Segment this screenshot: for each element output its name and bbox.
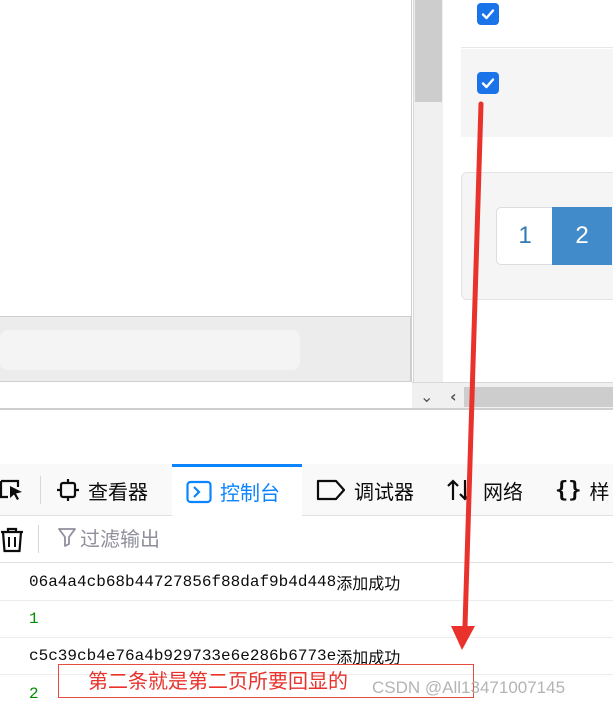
chevron-left-icon[interactable]: ‹ <box>450 387 457 406</box>
page-button-2-active[interactable]: 2 <box>552 207 612 265</box>
console-message: 1 <box>0 601 613 638</box>
page-content-left <box>0 0 412 382</box>
page-button-1[interactable]: 1 <box>496 207 554 265</box>
tab-label: 样 <box>589 481 610 504</box>
log-id: 06a4a4cb68b44727856f88daf9b4d448 <box>29 573 337 591</box>
filter-box <box>58 525 280 555</box>
table-row <box>461 49 613 137</box>
log-id: c5c39cb4e76a4b929733e6e286b6773e <box>29 647 337 665</box>
devtools-tabbar: 查看器 控制台 调试器 网络 {} 样 <box>0 464 613 516</box>
tab-debugger[interactable]: 调试器 <box>316 464 414 516</box>
pick-element-icon <box>0 478 26 502</box>
horizontal-scrollbar[interactable]: ⌄ ‹ <box>412 382 613 410</box>
chevron-down-icon[interactable]: ⌄ <box>420 387 433 406</box>
row-checkbox[interactable] <box>477 3 499 25</box>
network-icon <box>445 478 475 502</box>
vertical-scrollbar[interactable] <box>413 0 443 382</box>
console-icon <box>186 480 212 504</box>
tab-inspector[interactable]: 查看器 <box>56 464 148 516</box>
pagination-panel: 1 2 <box>461 172 613 300</box>
toolbar-separator <box>38 525 39 553</box>
blurred-overlay <box>0 330 300 370</box>
check-icon <box>481 9 495 20</box>
annotation-text: 第二条就是第二页所要回显的 <box>88 669 348 693</box>
row-checkbox[interactable] <box>477 72 499 94</box>
log-number: 1 <box>29 610 39 628</box>
inspector-icon <box>56 478 80 502</box>
scrollbar-thumb[interactable] <box>464 387 613 407</box>
console-toolbar <box>0 517 613 563</box>
debugger-icon <box>316 479 346 501</box>
console-message: 06a4a4cb68b44727856f88daf9b4d448 添加成功 <box>0 564 613 601</box>
filter-icon <box>58 527 76 553</box>
table-row <box>461 0 613 48</box>
filter-output-input[interactable] <box>80 528 280 552</box>
tab-style-editor[interactable]: {} 样 <box>555 464 610 516</box>
tab-label: 控制台 <box>220 483 280 505</box>
tab-console[interactable]: 控制台 <box>172 464 302 516</box>
watermark: CSDN @All13471007145 <box>372 678 566 697</box>
page-content-right: 1 2 <box>443 0 613 382</box>
devtools-spacer <box>0 410 613 464</box>
scrollbar-thumb[interactable] <box>415 0 442 102</box>
tab-separator <box>40 476 41 504</box>
tab-label: 网络 <box>483 481 523 504</box>
log-number: 2 <box>29 684 39 703</box>
log-text: 添加成功 <box>336 574 401 593</box>
tab-label: 查看器 <box>88 481 148 504</box>
braces-icon: {} <box>555 477 582 503</box>
trash-icon[interactable] <box>0 527 24 558</box>
element-picker-button[interactable] <box>0 464 34 516</box>
tab-label: 调试器 <box>354 481 414 504</box>
tab-network[interactable]: 网络 <box>445 464 523 516</box>
check-icon <box>481 78 495 89</box>
